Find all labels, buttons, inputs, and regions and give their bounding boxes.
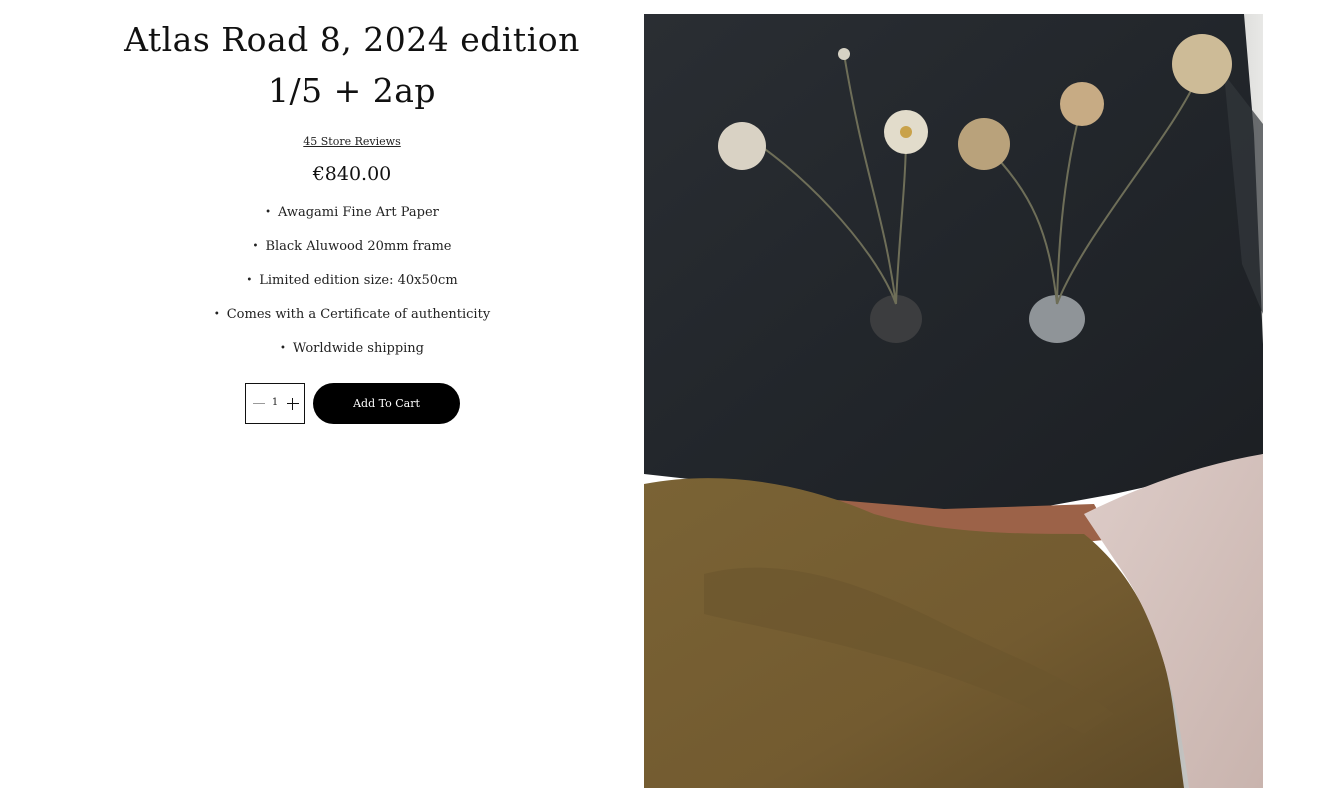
bullet-icon: • [252,241,259,252]
flower-head-shape [1172,34,1232,94]
feature-text: Limited edition size: 40x50cm [259,273,458,288]
product-title-line-2: 1/5 + 2ap [267,71,437,110]
product-title-line-1: Atlas Road 8, 2024 edition [124,20,580,59]
plus-icon[interactable] [286,397,300,411]
feature-item: • Awagami Fine Art Paper [120,204,584,221]
feature-item: • Comes with a Certificate of authenticit… [120,306,584,323]
feature-list: • Awagami Fine Art Paper • Black Aluwood 2… [120,204,584,357]
feature-text: Awagami Fine Art Paper [278,205,439,220]
product-image[interactable] [644,14,1263,788]
feature-item: • Worldwide shipping [120,340,584,357]
flower-head-shape [1060,82,1104,126]
flower-head-shape [958,118,1010,170]
product-title: Atlas Road 8, 2024 edition 1/5 + 2ap [120,14,584,116]
feature-text: Comes with a Certificate of authenticity [226,307,491,322]
feature-item: • Black Aluwood 20mm frame [120,238,584,255]
feature-text: Worldwide shipping [292,341,425,356]
flower-center-shape [900,126,912,138]
feature-item: • Limited edition size: 40x50cm [120,272,584,289]
flower-bud-shape [838,48,850,60]
bullet-icon: • [213,309,220,320]
feature-text: Black Aluwood 20mm frame [265,239,452,254]
flower-head-shape [718,122,766,170]
add-to-cart-button[interactable]: Add To Cart [313,383,460,424]
quantity-input[interactable] [266,395,284,411]
minus-icon[interactable] [252,397,266,411]
product-price: €840.00 [312,163,392,185]
store-reviews-link[interactable]: 45 Store Reviews [303,135,400,149]
product-info: Atlas Road 8, 2024 edition 1/5 + 2ap 45 … [120,14,584,374]
bullet-icon: • [246,275,253,286]
quantity-stepper [245,383,305,424]
dark-blanket-shape [644,14,1263,519]
bullet-icon: • [279,343,286,354]
product-page: Atlas Road 8, 2024 edition 1/5 + 2ap 45 … [0,0,1336,798]
bullet-icon: • [265,207,272,218]
product-photo-illustration [644,14,1263,788]
